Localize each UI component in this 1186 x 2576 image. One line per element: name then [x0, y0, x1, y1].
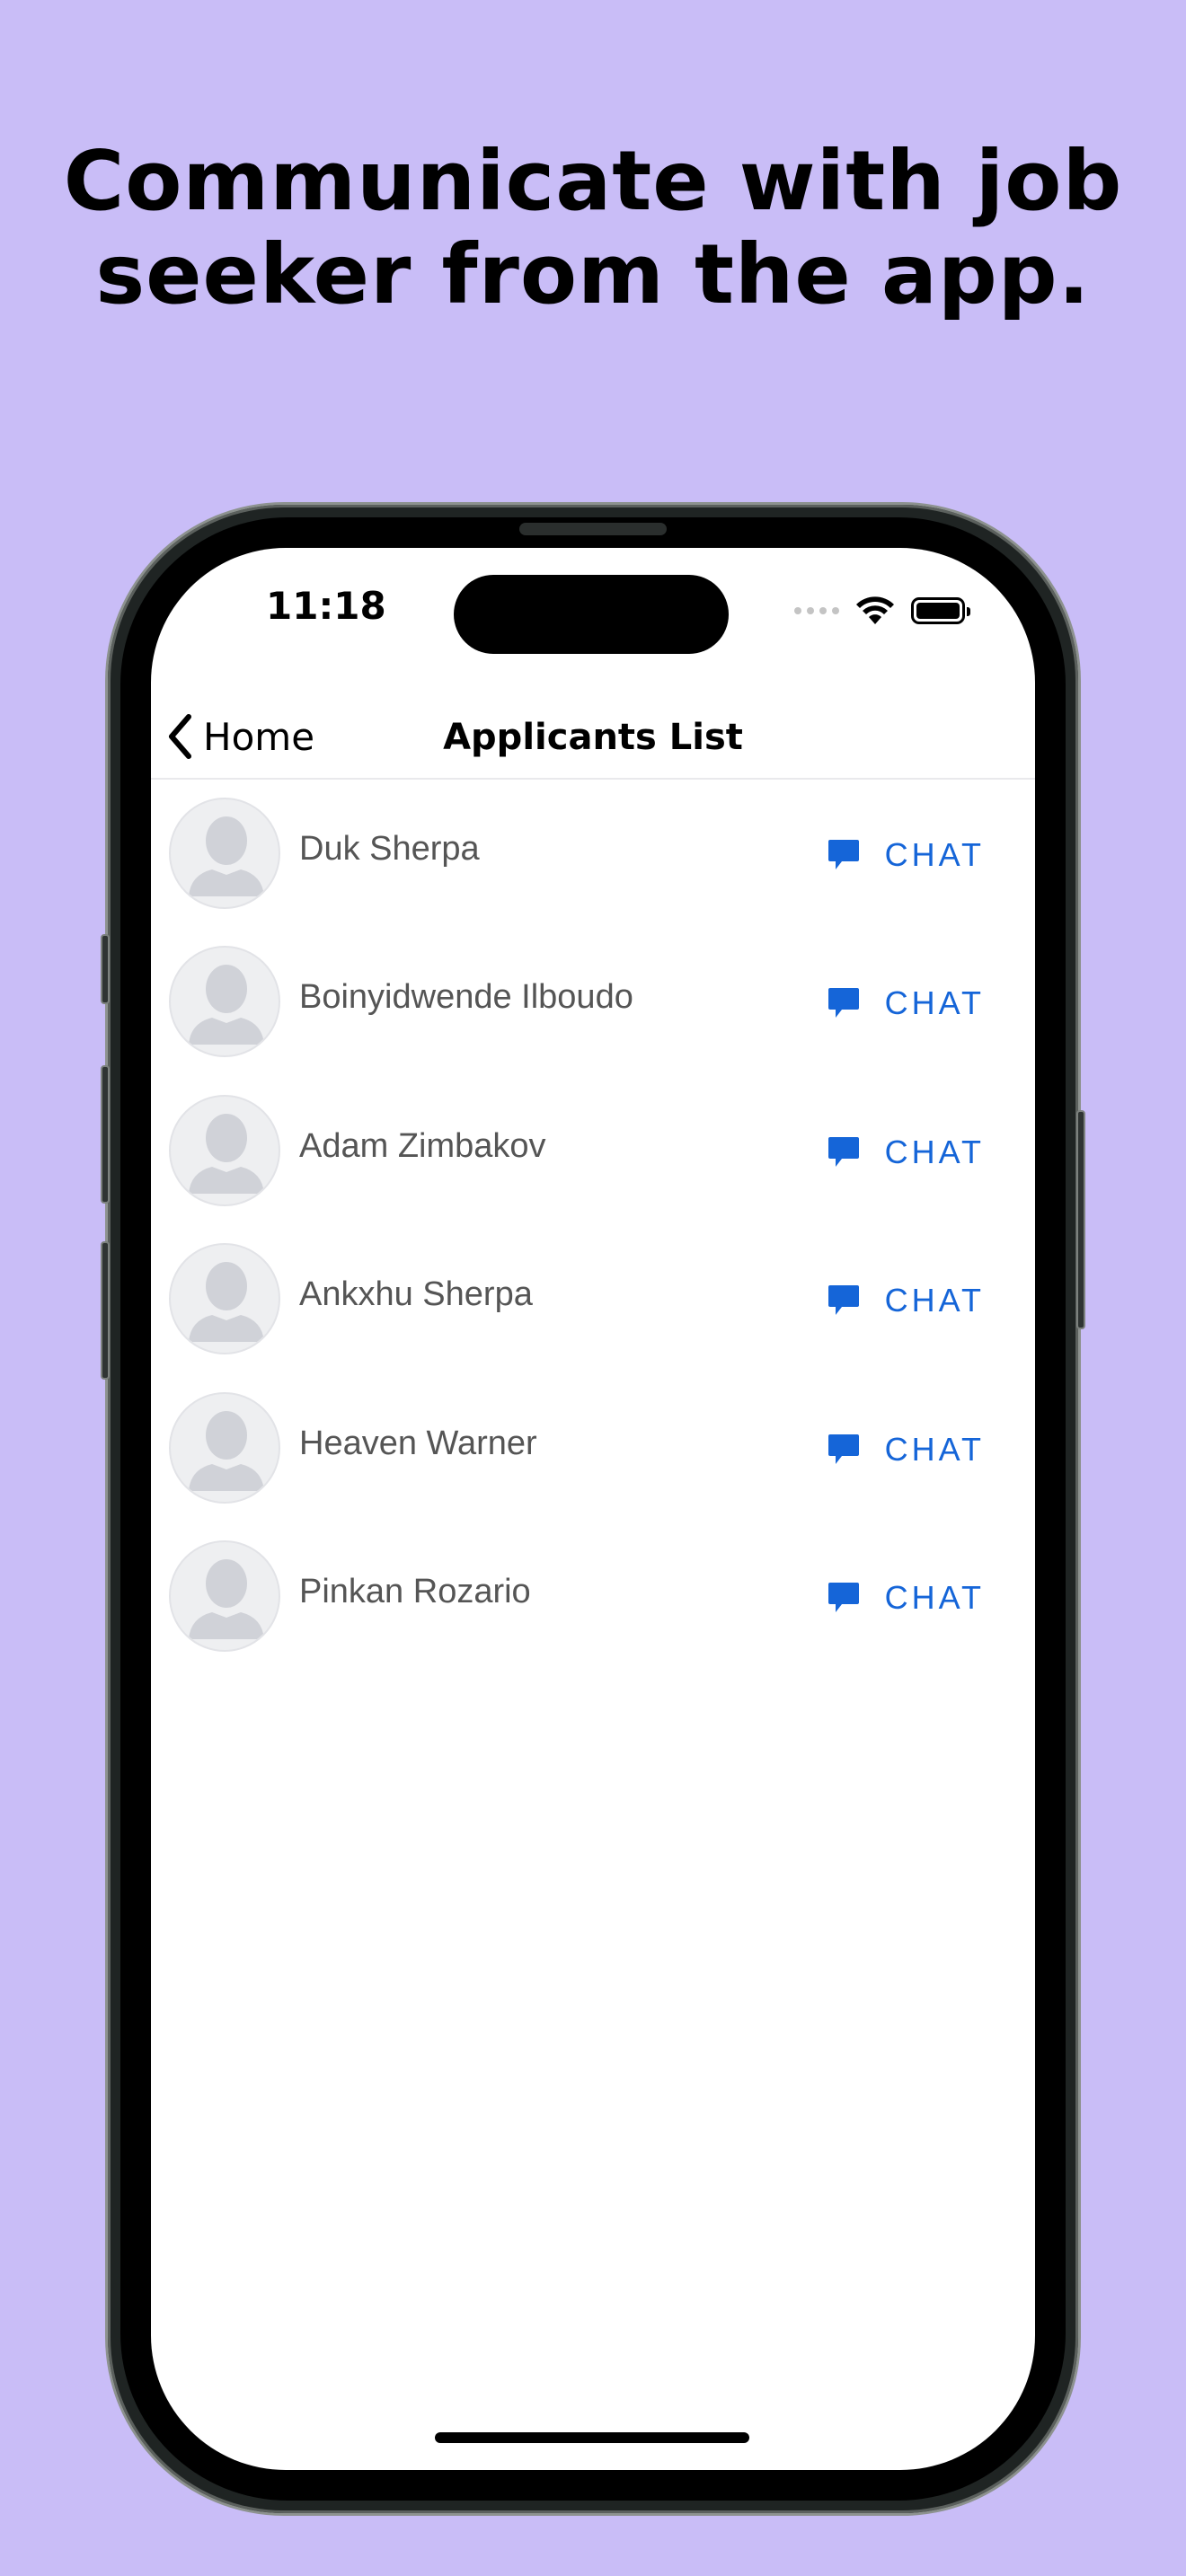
avatar: [169, 1094, 280, 1206]
headline-line-1: Communicate with job: [63, 133, 1123, 229]
chat-button-label: CHAT: [884, 1133, 985, 1170]
earpiece: [519, 523, 667, 535]
applicant-name: Boinyidwende Ilboudo: [299, 978, 633, 1017]
applicant-name: Heaven Warner: [299, 1424, 537, 1462]
wifi-icon: [856, 596, 894, 624]
status-icons: [794, 593, 970, 629]
list-item: Adam Zimbakov CHAT: [151, 1077, 1035, 1225]
person-placeholder-icon: [189, 1558, 264, 1639]
chat-button[interactable]: CHAT: [828, 1428, 985, 1471]
phone-screen: 11:18 Home Applicants List Duk Sherpa CH…: [151, 548, 1035, 2470]
chat-bubble-icon: [828, 1285, 859, 1316]
avatar: [169, 1243, 280, 1355]
person-placeholder-icon: [189, 1113, 264, 1194]
volume-up-button: [101, 1065, 110, 1204]
power-button: [1076, 1110, 1085, 1329]
list-item: Ankxhu Sherpa CHAT: [151, 1225, 1035, 1373]
cellular-dots-icon: [794, 607, 839, 614]
chat-bubble-icon: [828, 1136, 859, 1167]
chat-button-label: CHAT: [884, 1282, 985, 1319]
avatar: [169, 798, 280, 909]
dynamic-island: [454, 575, 729, 654]
chat-button[interactable]: CHAT: [828, 982, 985, 1025]
home-indicator[interactable]: [435, 2432, 749, 2443]
chat-button[interactable]: CHAT: [828, 1576, 985, 1619]
avatar: [169, 1539, 280, 1652]
chat-button-label: CHAT: [884, 984, 985, 1022]
person-placeholder-icon: [189, 965, 264, 1045]
status-time: 11:18: [266, 584, 386, 628]
chat-button-label: CHAT: [884, 1430, 985, 1468]
list-item: Heaven Warner CHAT: [151, 1374, 1035, 1522]
chat-bubble-icon: [828, 1582, 859, 1612]
chat-button[interactable]: CHAT: [828, 1279, 985, 1322]
chat-bubble-icon: [828, 988, 859, 1019]
list-item: Duk Sherpa CHAT: [151, 780, 1035, 928]
page-title: Applicants List: [443, 717, 743, 758]
chat-button[interactable]: CHAT: [828, 834, 985, 877]
chat-button-label: CHAT: [884, 1578, 985, 1616]
person-placeholder-icon: [189, 816, 264, 896]
applicant-name: Adam Zimbakov: [299, 1126, 546, 1165]
headline-line-2: seeker from the app.: [95, 226, 1091, 322]
list-item: Pinkan Rozario CHAT: [151, 1522, 1035, 1671]
person-placeholder-icon: [189, 1262, 264, 1343]
chat-button[interactable]: CHAT: [828, 1131, 985, 1174]
action-button: [101, 934, 110, 1004]
chat-bubble-icon: [828, 1434, 859, 1464]
person-placeholder-icon: [189, 1410, 264, 1491]
avatar: [169, 946, 280, 1058]
chat-button-label: CHAT: [884, 836, 985, 873]
navigation-bar: Home Applicants List: [151, 690, 1035, 780]
volume-down-button: [101, 1241, 110, 1380]
headline: Communicate with job seeker from the app…: [0, 135, 1186, 322]
applicant-name: Duk Sherpa: [299, 830, 480, 868]
applicant-name: Ankxhu Sherpa: [299, 1275, 533, 1314]
chat-bubble-icon: [828, 840, 859, 869]
list-item: Boinyidwende Ilboudo CHAT: [151, 928, 1035, 1076]
battery-icon: [911, 597, 970, 624]
avatar: [169, 1391, 280, 1504]
applicants-list: Duk Sherpa CHAT Boinyidwende Ilboudo CHA…: [151, 780, 1035, 1671]
applicant-name: Pinkan Rozario: [299, 1572, 531, 1610]
